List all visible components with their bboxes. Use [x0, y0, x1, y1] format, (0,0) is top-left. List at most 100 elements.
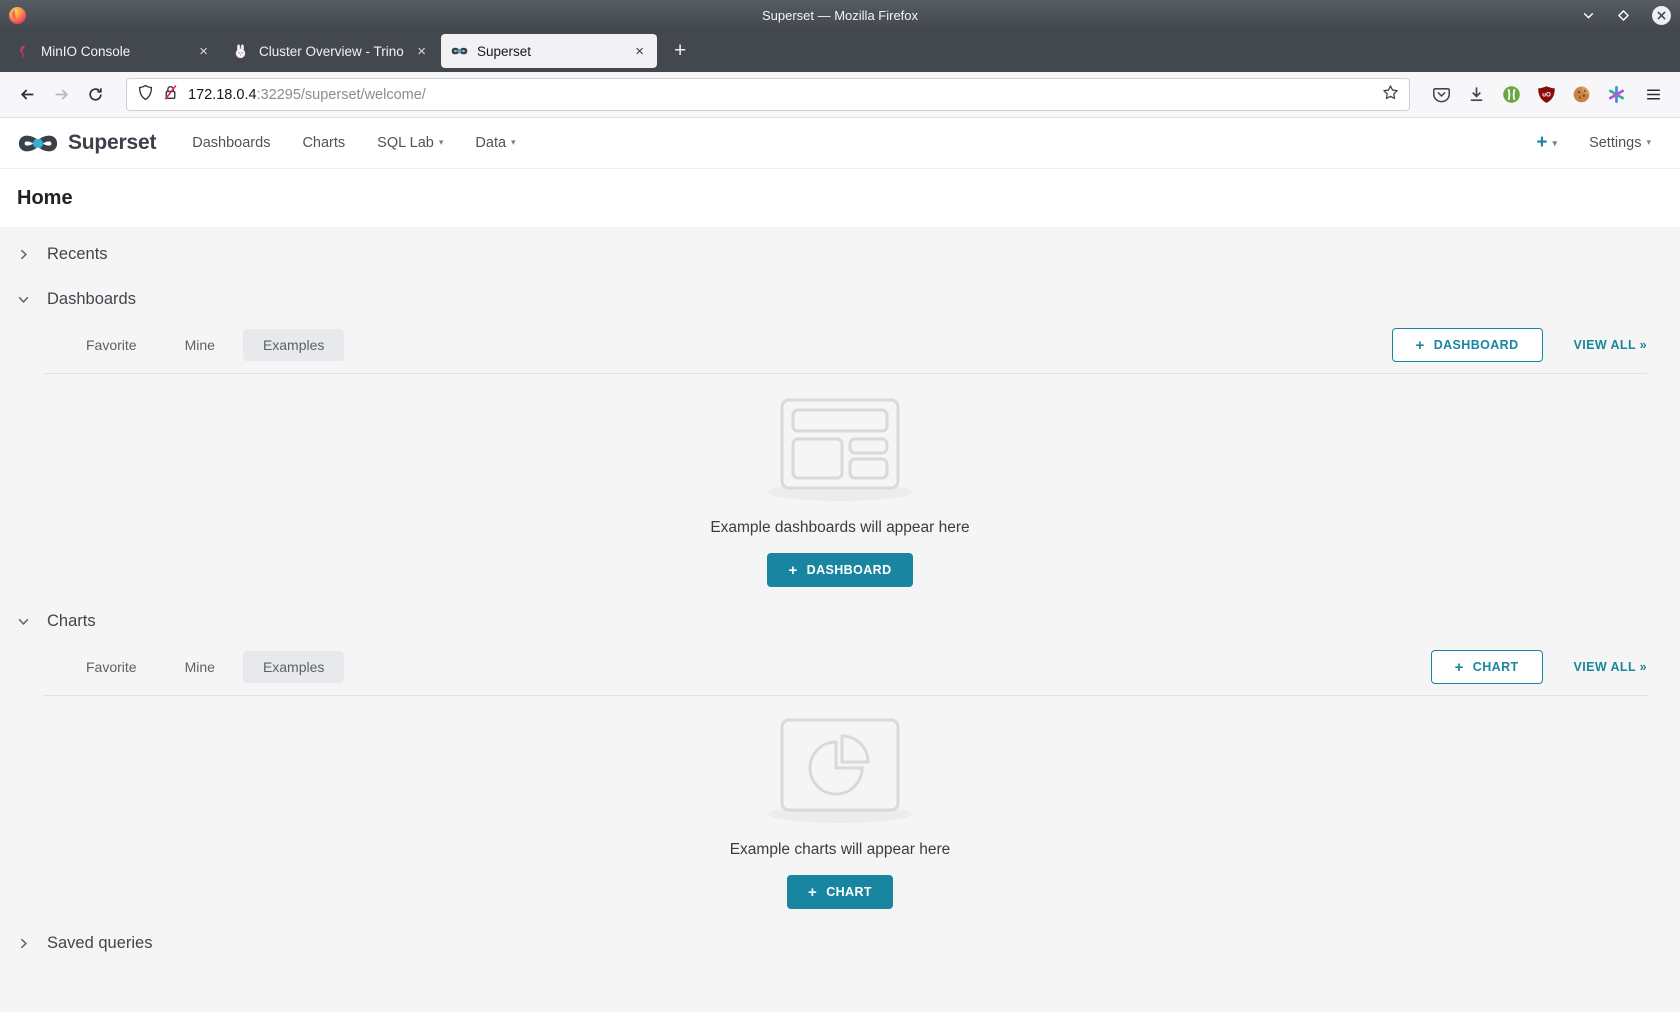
- chevron-down-icon: ▾: [1553, 138, 1558, 148]
- titlebar: Superset — Mozilla Firefox: [0, 0, 1680, 30]
- empty-chart-illustration: [760, 718, 920, 826]
- view-all-charts-link[interactable]: VIEW ALL »: [1574, 660, 1647, 674]
- nav-data[interactable]: Data▾: [459, 135, 531, 151]
- plus-icon: +: [1416, 337, 1425, 354]
- dashboards-filter-row: Favorite Mine Examples + DASHBOARD VIEW …: [0, 322, 1680, 368]
- new-chart-button[interactable]: + CHART: [1431, 650, 1543, 684]
- tab-examples[interactable]: Examples: [243, 329, 344, 361]
- section-charts[interactable]: Charts: [0, 599, 1680, 644]
- new-tab-button[interactable]: +: [668, 39, 692, 63]
- superset-logo[interactable]: Superset: [17, 131, 156, 155]
- back-icon[interactable]: [10, 79, 44, 111]
- browser-toolbar: 172.18.0.4:32295/superset/welcome/ uO: [0, 72, 1680, 118]
- plus-icon: +: [788, 562, 797, 579]
- url-bar[interactable]: 172.18.0.4:32295/superset/welcome/: [126, 78, 1410, 111]
- minimize-icon[interactable]: [1581, 8, 1596, 23]
- tab-close-icon[interactable]: ×: [196, 43, 211, 60]
- empty-state-text: Example charts will appear here: [730, 841, 951, 859]
- section-title: Saved queries: [47, 934, 153, 953]
- bookmark-star-icon[interactable]: [1382, 84, 1399, 106]
- chevron-down-icon: [17, 293, 30, 306]
- tracking-shield-icon[interactable]: [137, 84, 154, 106]
- privacy-badger-icon[interactable]: [1502, 85, 1521, 104]
- settings-menu-button[interactable]: Settings▾: [1589, 135, 1651, 151]
- page-header: Home: [0, 169, 1680, 227]
- url-host: 172.18.0.4: [188, 87, 257, 103]
- svg-text:uO: uO: [1542, 92, 1551, 99]
- view-all-dashboards-link[interactable]: VIEW ALL »: [1574, 338, 1647, 352]
- pocket-icon[interactable]: [1432, 85, 1451, 104]
- brand-name: Superset: [68, 131, 156, 155]
- new-item-menu-button[interactable]: +▾: [1536, 132, 1557, 154]
- tab-examples[interactable]: Examples: [243, 651, 344, 683]
- ublock-origin-icon[interactable]: uO: [1537, 85, 1556, 104]
- trino-bunny-icon: [233, 43, 250, 60]
- chevron-down-icon: ▾: [1646, 137, 1651, 147]
- empty-dashboard-illustration: [760, 396, 920, 504]
- minio-flamingo-icon: [15, 43, 32, 60]
- tab-trino[interactable]: Cluster Overview - Trino ×: [223, 34, 439, 68]
- tab-bar: MinIO Console × Cluster Overview - Trino…: [0, 30, 1680, 72]
- dashboards-tabs: Favorite Mine Examples: [66, 329, 344, 361]
- charts-tabs: Favorite Mine Examples: [66, 651, 344, 683]
- chevron-down-icon: ▾: [439, 137, 444, 147]
- chevron-right-icon: [17, 248, 30, 261]
- tab-mine[interactable]: Mine: [165, 651, 235, 683]
- close-icon[interactable]: [1651, 5, 1672, 26]
- extension-asterisk-icon[interactable]: [1607, 85, 1626, 104]
- charts-actions: + CHART VIEW ALL »: [1431, 650, 1647, 684]
- firefox-icon: [8, 6, 27, 25]
- url-text[interactable]: 172.18.0.4:32295/superset/welcome/: [188, 87, 1382, 103]
- chevron-right-icon: [17, 937, 30, 950]
- nav-dashboards[interactable]: Dashboards: [176, 135, 286, 151]
- insecure-lock-icon[interactable]: [162, 84, 179, 106]
- charts-empty-state: Example charts will appear here + CHART: [0, 696, 1680, 909]
- tab-title: Superset: [477, 44, 626, 59]
- section-recents[interactable]: Recents: [0, 232, 1680, 277]
- section-title: Charts: [47, 612, 96, 631]
- tab-title: Cluster Overview - Trino: [259, 44, 408, 59]
- reload-icon[interactable]: [78, 79, 112, 111]
- new-dashboard-button[interactable]: + DASHBOARD: [1392, 328, 1543, 362]
- page-content: Recents Dashboards Favorite Mine Example…: [0, 227, 1680, 966]
- tab-close-icon[interactable]: ×: [632, 43, 647, 60]
- dashboards-empty-state: Example dashboards will appear here + DA…: [0, 374, 1680, 587]
- nav-charts[interactable]: Charts: [286, 135, 361, 151]
- forward-icon[interactable]: [44, 79, 78, 111]
- chevron-down-icon: [17, 615, 30, 628]
- app-navbar: Superset Dashboards Charts SQL Lab▾ Data…: [0, 118, 1680, 169]
- maximize-icon[interactable]: [1616, 8, 1631, 23]
- plus-icon: +: [808, 884, 817, 901]
- plus-icon: +: [1455, 659, 1464, 676]
- window-title: Superset — Mozilla Firefox: [762, 8, 918, 23]
- charts-filter-row: Favorite Mine Examples + CHART VIEW ALL …: [0, 644, 1680, 690]
- create-chart-button[interactable]: + CHART: [787, 875, 893, 909]
- tab-favorite[interactable]: Favorite: [66, 329, 157, 361]
- dashboards-actions: + DASHBOARD VIEW ALL »: [1392, 328, 1647, 362]
- section-dashboards[interactable]: Dashboards: [0, 277, 1680, 322]
- hamburger-menu-icon[interactable]: [1636, 79, 1670, 111]
- nav-sql-lab[interactable]: SQL Lab▾: [361, 135, 459, 151]
- cookie-icon[interactable]: [1572, 85, 1591, 104]
- window-controls: [1581, 5, 1672, 26]
- page-title: Home: [17, 187, 73, 210]
- create-dashboard-button[interactable]: + DASHBOARD: [767, 553, 912, 587]
- section-title: Recents: [47, 245, 108, 264]
- tab-title: MinIO Console: [41, 44, 190, 59]
- section-saved-queries[interactable]: Saved queries: [0, 921, 1680, 966]
- navbar-right: +▾ Settings▾: [1536, 132, 1663, 154]
- url-path: :32295/superset/welcome/: [257, 87, 426, 103]
- superset-infinity-icon: [451, 43, 468, 60]
- section-title: Dashboards: [47, 290, 136, 309]
- tab-mine[interactable]: Mine: [165, 329, 235, 361]
- tab-favorite[interactable]: Favorite: [66, 651, 157, 683]
- toolbar-extensions: uO: [1432, 85, 1626, 104]
- superset-infinity-icon: [17, 132, 59, 155]
- tab-close-icon[interactable]: ×: [414, 43, 429, 60]
- chevron-down-icon: ▾: [511, 137, 516, 147]
- downloads-icon[interactable]: [1467, 85, 1486, 104]
- tab-minio-console[interactable]: MinIO Console ×: [5, 34, 221, 68]
- app-nav: Dashboards Charts SQL Lab▾ Data▾: [176, 135, 531, 151]
- empty-state-text: Example dashboards will appear here: [710, 519, 969, 537]
- tab-superset[interactable]: Superset ×: [441, 34, 657, 68]
